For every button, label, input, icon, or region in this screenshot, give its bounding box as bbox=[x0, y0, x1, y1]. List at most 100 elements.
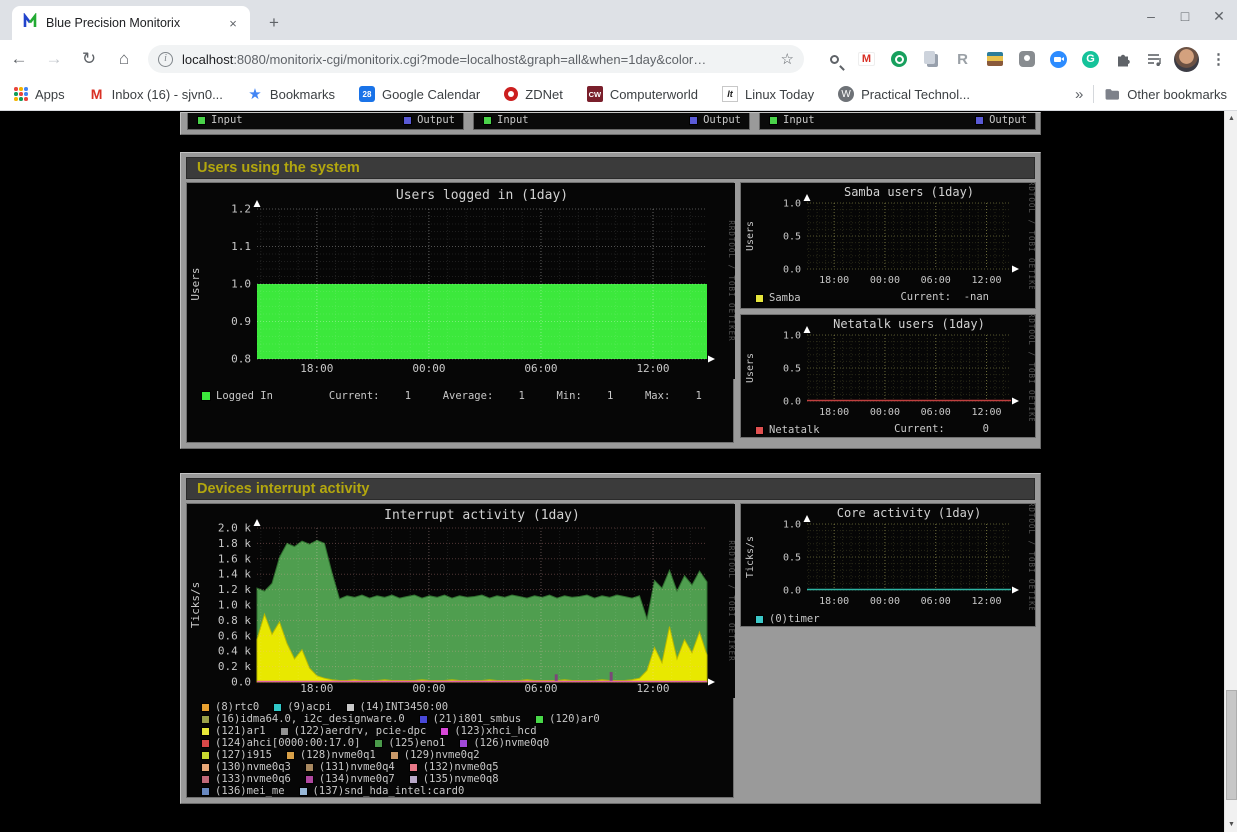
svg-text:0.5: 0.5 bbox=[783, 364, 801, 375]
grammarly-icon[interactable]: G bbox=[1078, 46, 1103, 72]
bookmark-inbox-16-sjvn0-[interactable]: M Inbox (16) - sjvn0... bbox=[89, 86, 223, 102]
copy-icon[interactable] bbox=[918, 46, 943, 72]
books-icon[interactable] bbox=[982, 46, 1007, 72]
section-title-interrupts: Devices interrupt activity bbox=[186, 478, 1035, 500]
bookmark-computerworld[interactable]: CWComputerworld bbox=[587, 86, 698, 102]
legend-label: (133)nvme0q6 bbox=[215, 773, 291, 785]
window-close-button[interactable]: ✕ bbox=[1209, 8, 1229, 25]
bookmark-zdnet[interactable]: ZDNet bbox=[504, 87, 563, 102]
other-bookmarks-button[interactable]: Other bookmarks bbox=[1104, 86, 1227, 102]
svg-text:00:00: 00:00 bbox=[412, 362, 445, 375]
browser-tab[interactable]: Blue Precision Monitorix × bbox=[12, 6, 250, 40]
svg-text:12:00: 12:00 bbox=[971, 275, 1001, 286]
svg-text:Users logged in (1day): Users logged in (1day) bbox=[396, 188, 568, 203]
legend-swatch bbox=[755, 615, 764, 624]
folder-icon bbox=[1104, 86, 1120, 102]
back-button[interactable]: ← bbox=[3, 45, 35, 73]
page-info-icon[interactable]: i bbox=[158, 52, 173, 67]
legend-current: Current: -nan bbox=[900, 291, 989, 303]
legend-swatch bbox=[769, 116, 778, 125]
home-button[interactable]: ⌂ bbox=[108, 45, 140, 73]
samba-users-chart[interactable]: 0.00.51.018:0000:0006:0012:00Samba users… bbox=[741, 183, 1035, 289]
section-title-users: Users using the system bbox=[186, 157, 1035, 179]
bookmark-practical-technol-[interactable]: WPractical Technol... bbox=[838, 86, 970, 102]
interrupt-activity-chart[interactable]: 0.00.2 k0.4 k0.6 k0.8 k1.0 k1.2 k1.4 k1.… bbox=[187, 504, 735, 698]
url-text[interactable]: localhost:8080/monitorix-cgi/monitorix.c… bbox=[182, 52, 781, 67]
svg-text:18:00: 18:00 bbox=[819, 275, 849, 286]
legend-label: (21)i801_smbus bbox=[433, 713, 522, 725]
gmail-icon[interactable]: M bbox=[854, 46, 879, 72]
bookmark-label: Linux Today bbox=[745, 87, 814, 102]
users-logged-in-chart[interactable]: 0.80.91.01.11.218:0000:0006:0012:00Users… bbox=[187, 183, 735, 379]
profile-avatar[interactable] bbox=[1174, 46, 1199, 72]
scrollbar-up-arrow[interactable]: ▲ bbox=[1225, 112, 1237, 125]
legend-swatch bbox=[201, 775, 210, 784]
core-activity-chart[interactable]: 0.00.51.018:0000:0006:0012:00Core activi… bbox=[741, 504, 1035, 610]
svg-text:00:00: 00:00 bbox=[412, 682, 445, 695]
new-tab-button[interactable]: + bbox=[262, 11, 286, 35]
search-icon[interactable] bbox=[822, 46, 847, 72]
svg-text:Users: Users bbox=[745, 221, 756, 251]
apps-icon bbox=[14, 87, 28, 101]
svg-text:0.8 k: 0.8 k bbox=[218, 614, 251, 627]
legend-swatch bbox=[689, 116, 698, 125]
r-icon[interactable]: R bbox=[950, 46, 975, 72]
puzzle-icon[interactable] bbox=[1110, 46, 1135, 72]
window-maximize-button[interactable]: □ bbox=[1175, 8, 1195, 25]
bookmark-label: Inbox (16) - sjvn0... bbox=[112, 87, 223, 102]
legend-label: (131)nvme0q4 bbox=[319, 761, 395, 773]
svg-text:Netatalk users (1day): Netatalk users (1day) bbox=[833, 317, 985, 331]
bookmark-apps[interactable]: Apps bbox=[14, 87, 65, 102]
bookmark-bookmarks[interactable]: ★Bookmarks bbox=[247, 86, 335, 102]
svg-text:1.6 k: 1.6 k bbox=[218, 552, 251, 565]
legend-swatch bbox=[201, 703, 210, 712]
svg-text:0.0: 0.0 bbox=[783, 397, 801, 408]
bookmarks-overflow-chevron[interactable]: » bbox=[1075, 86, 1083, 103]
legend-swatch bbox=[374, 739, 383, 748]
window-minimize-button[interactable]: – bbox=[1141, 8, 1161, 25]
join-icon[interactable] bbox=[886, 46, 911, 72]
svg-text:0.5: 0.5 bbox=[783, 553, 801, 564]
legend-swatch bbox=[299, 787, 308, 796]
bookmark-google-calendar[interactable]: 28Google Calendar bbox=[359, 86, 480, 102]
netatalk-users-chart[interactable]: 0.00.51.018:0000:0006:0012:00Netatalk us… bbox=[741, 315, 1035, 421]
svg-text:1.2: 1.2 bbox=[231, 203, 251, 216]
graph-core-activity: 0.00.51.018:0000:0006:0012:00Core activi… bbox=[740, 503, 1036, 627]
url-path: :8080/monitorix-cgi/monitorix.cgi?mode=l… bbox=[233, 52, 706, 67]
browser-toolbar: ← → ↻ ⌂ i localhost:8080/monitorix-cgi/m… bbox=[0, 40, 1237, 78]
bookmark-linux-today[interactable]: ltLinux Today bbox=[722, 86, 814, 102]
interrupt-legend: (8)rtc0(9)acpi(14)INT3450:00(16)idma64.0… bbox=[187, 698, 733, 797]
svg-text:12:00: 12:00 bbox=[636, 682, 669, 695]
svg-text:0.4 k: 0.4 k bbox=[218, 645, 251, 658]
tab-close-icon[interactable]: × bbox=[224, 16, 242, 31]
star-icon: ★ bbox=[247, 86, 263, 102]
menu-icon[interactable]: ⋮ bbox=[1206, 46, 1231, 72]
svg-text:Core activity (1day): Core activity (1day) bbox=[837, 506, 982, 520]
svg-text:RRDTOOL / TOBI OETIKER: RRDTOOL / TOBI OETIKER bbox=[1027, 504, 1035, 610]
legend-swatch bbox=[535, 715, 544, 724]
core-legend: (0)timer bbox=[741, 612, 1035, 626]
zoom-icon[interactable] bbox=[1046, 46, 1071, 72]
previous-section-cutoff: InputOutputInputOutputInputOutput bbox=[180, 112, 1041, 135]
svg-text:0.2 k: 0.2 k bbox=[218, 660, 251, 673]
legend-label: Output bbox=[703, 114, 741, 126]
legend-row: (127)i915(128)nvme0q1(129)nvme0q2 bbox=[187, 749, 733, 761]
reload-button[interactable]: ↻ bbox=[73, 45, 105, 73]
url-host: localhost bbox=[182, 52, 233, 67]
pocket-icon[interactable] bbox=[1014, 46, 1039, 72]
wp-icon: W bbox=[838, 86, 854, 102]
bookmark-star-icon[interactable]: ☆ bbox=[781, 50, 794, 68]
legend-row: (124)ahci[0000:00:17.0](125)eno1(126)nvm… bbox=[187, 737, 733, 749]
legend-label: (125)eno1 bbox=[388, 737, 445, 749]
gmail-icon: M bbox=[89, 86, 105, 102]
address-bar[interactable]: i localhost:8080/monitorix-cgi/monitorix… bbox=[148, 45, 804, 73]
legend-swatch bbox=[197, 116, 206, 125]
scrollbar-down-arrow[interactable]: ▼ bbox=[1225, 818, 1237, 831]
forward-button[interactable]: → bbox=[38, 45, 70, 73]
legend-swatch bbox=[403, 116, 412, 125]
legend-swatch bbox=[201, 751, 210, 760]
vertical-scrollbar[interactable]: ▲ ▼ bbox=[1224, 111, 1237, 832]
svg-text:06:00: 06:00 bbox=[524, 682, 557, 695]
playlist-icon[interactable] bbox=[1142, 46, 1167, 72]
scrollbar-thumb[interactable] bbox=[1226, 690, 1237, 800]
